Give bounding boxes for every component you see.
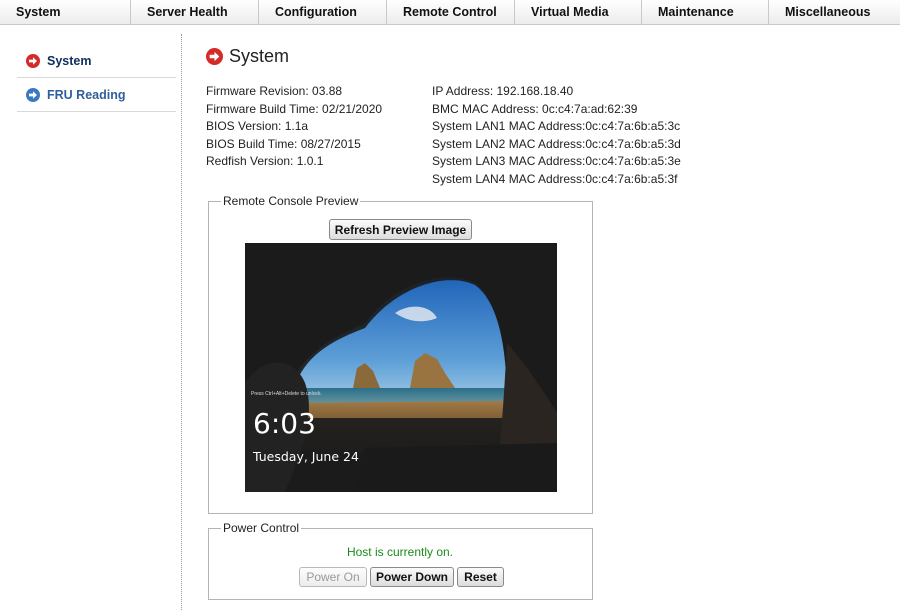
power-down-button[interactable]: Power Down xyxy=(370,567,454,587)
firmware-info: Firmware Revision: 03.88 Firmware Build … xyxy=(206,83,382,171)
redfish-version: Redfish Version: 1.0.1 xyxy=(206,154,324,169)
nav-virtual-media[interactable]: Virtual Media xyxy=(515,0,642,25)
nav-server-health[interactable]: Server Health xyxy=(131,0,259,25)
lan1-mac-address: System LAN1 MAC Address:0c:c4:7a:6b:a5:3… xyxy=(432,119,681,134)
nav-system[interactable]: System xyxy=(0,0,131,25)
bios-version: BIOS Version: 1.1a xyxy=(206,119,309,134)
sidebar-item-label: FRU Reading xyxy=(47,87,126,102)
lock-screen-hint: Press Ctrl+Alt+Delete to unlock. xyxy=(251,391,322,397)
sidebar-item-label: System xyxy=(47,53,92,68)
power-control-fieldset: Power Control xyxy=(208,521,593,600)
refresh-preview-button[interactable]: Refresh Preview Image xyxy=(329,219,472,240)
ip-address: IP Address: 192.168.18.40 xyxy=(432,84,574,98)
network-info: IP Address: 192.168.18.40 BMC MAC Addres… xyxy=(432,83,681,189)
power-control-legend: Power Control xyxy=(223,521,300,535)
arrow-right-circle-icon xyxy=(26,53,40,68)
firmware-revision: Firmware Revision: 03.88 xyxy=(206,84,343,98)
console-preview-image[interactable]: Press Ctrl+Alt+Delete to unlock. 6:03 Tu… xyxy=(245,243,557,492)
lan2-mac-address: System LAN2 MAC Address:0c:c4:7a:6b:a5:3… xyxy=(432,136,681,151)
arrow-right-circle-icon xyxy=(206,48,223,65)
lock-screen-date: Tuesday, June 24 xyxy=(253,449,359,464)
nav-maintenance[interactable]: Maintenance xyxy=(642,0,769,25)
console-preview-legend: Remote Console Preview xyxy=(223,194,359,208)
bios-build-time: BIOS Build Time: 08/27/2015 xyxy=(206,136,361,151)
arrow-right-circle-icon xyxy=(26,87,40,102)
page-title-text: System xyxy=(229,46,290,66)
lan4-mac-address: System LAN4 MAC Address:0c:c4:7a:6b:a5:3… xyxy=(432,171,678,186)
sidebar-divider xyxy=(181,34,182,610)
nav-miscellaneous[interactable]: Miscellaneous xyxy=(769,0,900,25)
lan3-mac-address: System LAN3 MAC Address:0c:c4:7a:6b:a5:3… xyxy=(432,154,681,169)
power-on-button[interactable]: Power On xyxy=(299,567,367,587)
firmware-build-time: Firmware Build Time: 02/21/2020 xyxy=(206,101,383,116)
sidebar: System FRU Reading xyxy=(17,44,176,112)
nav-remote-control[interactable]: Remote Control xyxy=(387,0,515,25)
sidebar-item-fru-reading[interactable]: FRU Reading xyxy=(17,78,176,112)
reset-button[interactable]: Reset xyxy=(457,567,504,587)
top-nav-bar: System Server Health Configuration Remot… xyxy=(0,0,900,25)
lock-screen-time: 6:03 xyxy=(253,407,316,440)
bmc-mac-address: BMC MAC Address: 0c:c4:7a:ad:62:39 xyxy=(432,101,638,116)
host-status-text: Host is currently on. xyxy=(346,545,454,559)
page-title: System xyxy=(206,46,289,67)
nav-configuration[interactable]: Configuration xyxy=(259,0,387,25)
sidebar-item-system[interactable]: System xyxy=(17,44,176,78)
